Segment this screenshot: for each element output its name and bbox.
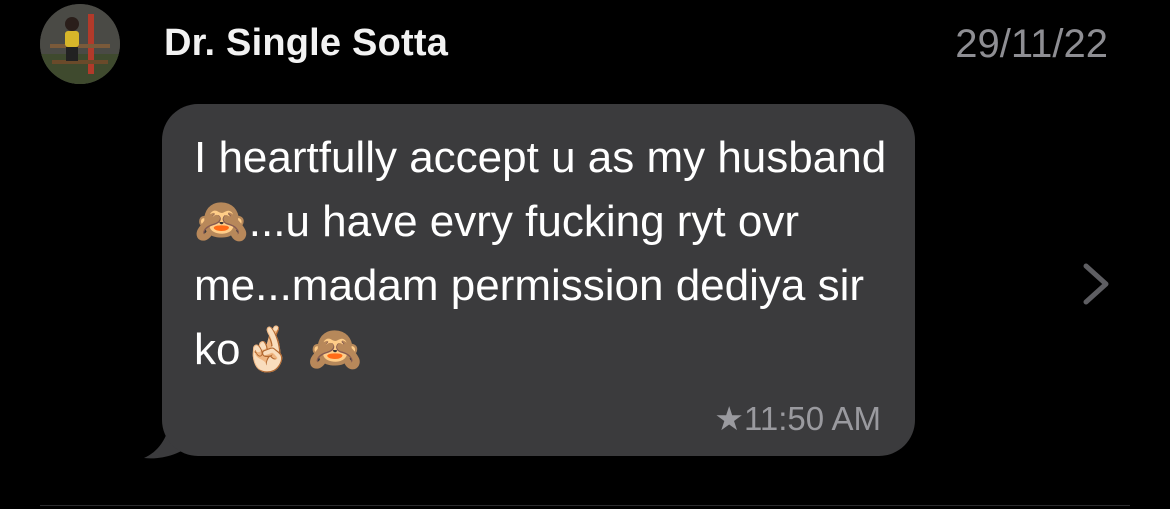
chevron-right-icon[interactable] bbox=[1080, 262, 1112, 306]
message-bubble[interactable]: I heartfully accept u as my husband🙈...u… bbox=[162, 104, 915, 456]
conversation-date: 29/11/22 bbox=[955, 22, 1108, 66]
message-timestamp: ★11:50 AM bbox=[714, 400, 881, 437]
conversation-row[interactable]: Dr. Single Sotta 29/11/22 I heartfully a… bbox=[0, 0, 1170, 509]
message-text: I heartfully accept u as my husband🙈...u… bbox=[194, 133, 887, 374]
profile-photo-icon bbox=[40, 4, 120, 84]
sender-name: Dr. Single Sotta bbox=[164, 22, 449, 64]
row-divider bbox=[40, 505, 1130, 506]
avatar[interactable] bbox=[40, 4, 120, 84]
